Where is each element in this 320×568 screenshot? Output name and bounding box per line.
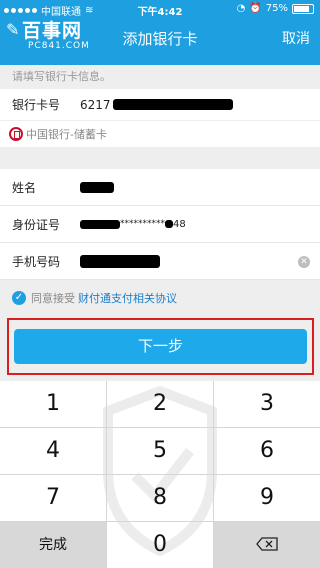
logo-icon: ✎: [6, 20, 20, 39]
id-number-field[interactable]: ********** 48: [80, 219, 186, 230]
battery-icon: [292, 3, 314, 14]
agreement-link[interactable]: 财付通支付相关协议: [78, 290, 177, 306]
numeric-keypad: 1 2 3 4 5 6 7 8 9 完成 0: [0, 381, 320, 568]
phone-field[interactable]: [80, 254, 160, 268]
key-6[interactable]: 6: [214, 428, 320, 474]
name-field[interactable]: [80, 181, 114, 193]
agreement-row: ✓ 同意接受 财付通支付相关协议: [12, 290, 177, 306]
redacted-name: [80, 181, 114, 193]
battery-percent: 75%: [265, 3, 288, 14]
id-number-row[interactable]: 身份证号 ********** 48: [0, 206, 320, 243]
next-button-highlight: 下一步: [7, 318, 314, 375]
card-number-field[interactable]: 6217: [80, 98, 233, 112]
name-row[interactable]: 姓名: [0, 169, 320, 206]
alarm-icon: ⏰: [249, 3, 262, 14]
keypad-divider: [0, 474, 320, 475]
key-0[interactable]: 0: [107, 522, 213, 568]
clear-icon[interactable]: ✕: [298, 256, 310, 268]
bank-of-china-icon: [9, 127, 23, 141]
lock-rotation-icon: ◔: [236, 3, 246, 14]
page-title: 添加银行卡: [122, 30, 198, 48]
keypad-divider: [0, 427, 320, 428]
phone-label: 手机号码: [12, 254, 61, 269]
id-number-label: 身份证号: [12, 217, 61, 232]
key-2[interactable]: 2: [107, 381, 213, 427]
key-5[interactable]: 5: [107, 428, 213, 474]
done-key[interactable]: 完成: [0, 522, 106, 568]
key-7[interactable]: 7: [0, 475, 106, 521]
redacted-phone: [80, 254, 160, 268]
redacted-id-prefix: [80, 219, 120, 229]
redacted-id-part: [165, 220, 173, 228]
key-4[interactable]: 4: [0, 428, 106, 474]
delete-key[interactable]: [214, 522, 320, 568]
backspace-icon: [256, 537, 278, 551]
form-hint: 请填写银行卡信息。: [12, 70, 111, 83]
bank-info-row: 中国银行-储蓄卡: [0, 121, 320, 147]
agreement-text: 同意接受: [31, 292, 75, 305]
bank-name: 中国银行-储蓄卡: [26, 128, 107, 141]
keypad-divider: [0, 521, 320, 522]
redacted-card-number: [112, 99, 233, 110]
next-button[interactable]: 下一步: [14, 329, 307, 364]
identity-section: 姓名 身份证号 ********** 48 手机号码 ✕: [0, 169, 320, 280]
key-8[interactable]: 8: [107, 475, 213, 521]
card-number-label: 银行卡号: [12, 98, 61, 112]
card-number-row[interactable]: 银行卡号 6217: [0, 89, 320, 120]
name-label: 姓名: [12, 180, 37, 195]
header: 中国联通 ≋ 下午4:42 ◔ ⏰ 75% ✎ 百事网 PC841.COM 添加…: [0, 0, 320, 65]
key-1[interactable]: 1: [0, 381, 106, 427]
key-3[interactable]: 3: [214, 381, 320, 427]
checkbox-checked-icon[interactable]: ✓: [12, 291, 26, 305]
cancel-button[interactable]: 取消: [282, 28, 310, 48]
key-9[interactable]: 9: [214, 475, 320, 521]
card-number-section: 银行卡号 6217: [0, 89, 320, 120]
phone-row[interactable]: 手机号码 ✕: [0, 243, 320, 280]
